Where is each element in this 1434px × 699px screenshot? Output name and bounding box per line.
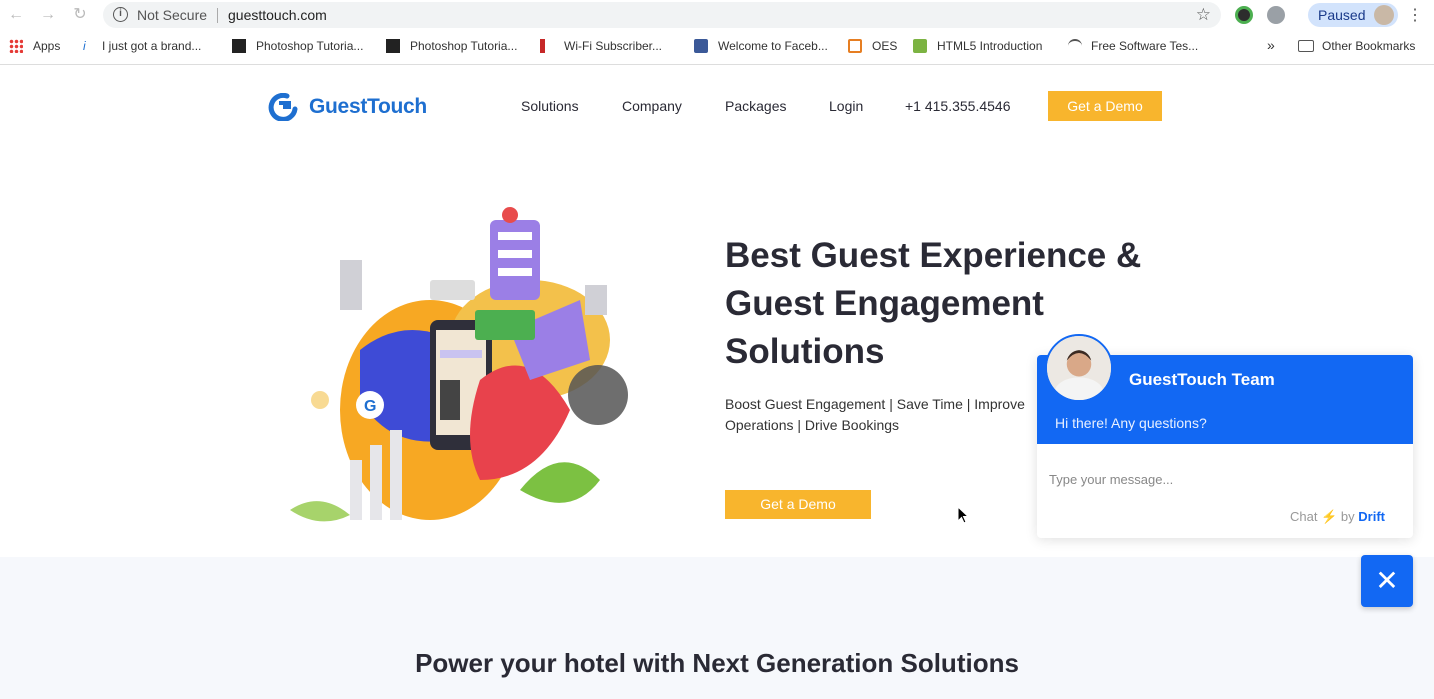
bookmark-item[interactable]: Photoshop Tutoria... [410, 39, 517, 53]
bookmark-icon [386, 39, 400, 53]
bookmark-item[interactable]: Wi-Fi Subscriber... [564, 39, 662, 53]
bolt-icon: ⚡ [1321, 509, 1338, 524]
reload-icon[interactable]: ↻ [70, 5, 90, 25]
get-demo-header-button[interactable]: Get a Demo [1048, 91, 1162, 121]
extension-icon[interactable] [1235, 6, 1253, 24]
back-icon[interactable]: ← [6, 5, 26, 25]
chat-brand-name: Drift [1358, 509, 1385, 524]
divider [0, 64, 1434, 65]
forward-icon[interactable]: → [38, 5, 58, 25]
url-text[interactable]: guesttouch.com [228, 7, 327, 23]
close-icon[interactable]: ✕ [1361, 555, 1413, 607]
address-separator [217, 8, 218, 23]
nav-login[interactable]: Login [829, 98, 863, 114]
bookmark-item[interactable]: HTML5 Introduction [937, 39, 1042, 53]
security-label: Not Secure [137, 7, 208, 23]
apps-icon [9, 39, 23, 53]
star-icon[interactable]: ☆ [1196, 5, 1211, 25]
bookmark-item[interactable]: I just got a brand... [102, 39, 201, 53]
svg-text:G: G [364, 398, 376, 415]
chat-avatar [1045, 334, 1113, 402]
menu-icon[interactable]: ⋮ [1407, 5, 1423, 25]
hero-subtitle: Boost Guest Engagement | Save Time | Imp… [725, 396, 1025, 433]
chat-greeting: Hi there! Any questions? [1055, 415, 1207, 431]
browser-toolbar: ← → ↻ i Not Secure guesttouch.com ☆ Paus… [0, 0, 1434, 30]
bookmarks-overflow[interactable]: » [1267, 37, 1275, 53]
bookmark-item[interactable]: Welcome to Faceb... [718, 39, 828, 53]
nav-packages[interactable]: Packages [725, 98, 786, 114]
bookmark-icon [1068, 39, 1082, 53]
logo-icon[interactable] [267, 93, 299, 121]
avatar [1374, 5, 1394, 25]
bookmark-icon [232, 39, 246, 53]
bookmark-item[interactable]: Apps [33, 39, 60, 53]
other-bookmarks[interactable]: Other Bookmarks [1322, 39, 1415, 53]
bookmark-item[interactable]: Free Software Tes... [1091, 39, 1198, 53]
chat-brand-by: by [1340, 509, 1355, 524]
bookmark-icon [848, 39, 862, 53]
section-title: Power your hotel with Next Generation So… [415, 648, 1019, 678]
get-demo-hero-button[interactable]: Get a Demo [725, 490, 871, 519]
chat-message-input[interactable]: Type your message... [1049, 472, 1173, 487]
chat-team-name: GuestTouch Team [1129, 370, 1275, 389]
bookmark-item[interactable]: OES [872, 39, 897, 53]
facebook-icon [694, 39, 708, 53]
hero-illustration: G [290, 207, 628, 522]
profile-label: Paused [1318, 7, 1366, 23]
nav-solutions[interactable]: Solutions [521, 98, 579, 114]
bookmark-icon [913, 39, 927, 53]
folder-icon [1298, 40, 1314, 52]
chat-branding[interactable]: Chat ⚡ by Drift [1290, 509, 1385, 525]
site-logo[interactable]: GuestTouch [309, 95, 427, 119]
bookmark-icon: i [83, 39, 86, 53]
info-icon[interactable]: i [113, 7, 128, 22]
cursor-icon [957, 506, 969, 524]
address-bar[interactable]: i Not Secure guesttouch.com ☆ [103, 2, 1221, 28]
nav-company[interactable]: Company [622, 98, 682, 114]
nav-phone[interactable]: +1 415.355.4546 [905, 98, 1011, 114]
bookmarks-bar: Apps i I just got a brand... Photoshop T… [0, 32, 1434, 62]
bookmark-item[interactable]: Photoshop Tutoria... [256, 39, 363, 53]
bookmark-icon [540, 39, 545, 53]
extension-icon[interactable] [1267, 6, 1285, 24]
profile-button[interactable]: Paused [1308, 3, 1398, 27]
chat-brand-prefix: Chat [1290, 509, 1318, 524]
